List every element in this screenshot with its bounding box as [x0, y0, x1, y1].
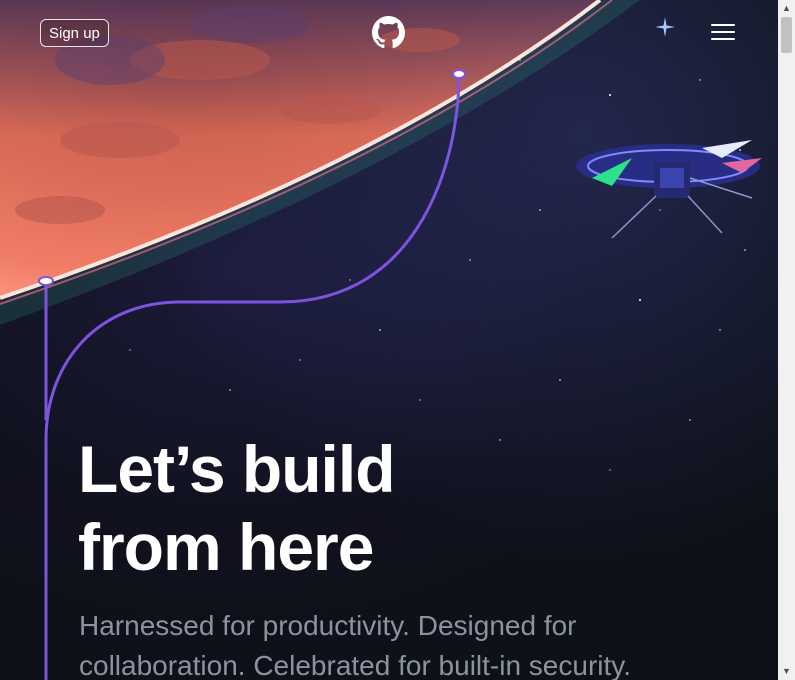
path-node-left [38, 276, 54, 286]
headline-line-2: from here [78, 510, 374, 584]
path-node-top [452, 69, 466, 79]
headline-line-1: Let’s build [78, 432, 396, 506]
vertical-scrollbar[interactable]: ▲ ▼ [778, 0, 795, 680]
sign-up-button[interactable]: Sign up [40, 19, 109, 47]
scroll-up-arrow-icon[interactable]: ▲ [778, 0, 795, 17]
hero-subtitle: Harnessed for productivity. Designed for… [79, 610, 631, 680]
hamburger-menu-icon[interactable] [711, 24, 735, 42]
scrollbar-thumb[interactable] [781, 17, 792, 53]
helicopter-drone-illustration [576, 140, 762, 239]
hero-headline: Let’s build from here [78, 430, 396, 586]
github-logo-icon[interactable] [372, 16, 405, 49]
scroll-down-arrow-icon[interactable]: ▼ [778, 663, 795, 680]
sparkle-icon [655, 17, 675, 37]
hero-section: Sign up Let’s build from here Harnessed … [0, 0, 778, 680]
